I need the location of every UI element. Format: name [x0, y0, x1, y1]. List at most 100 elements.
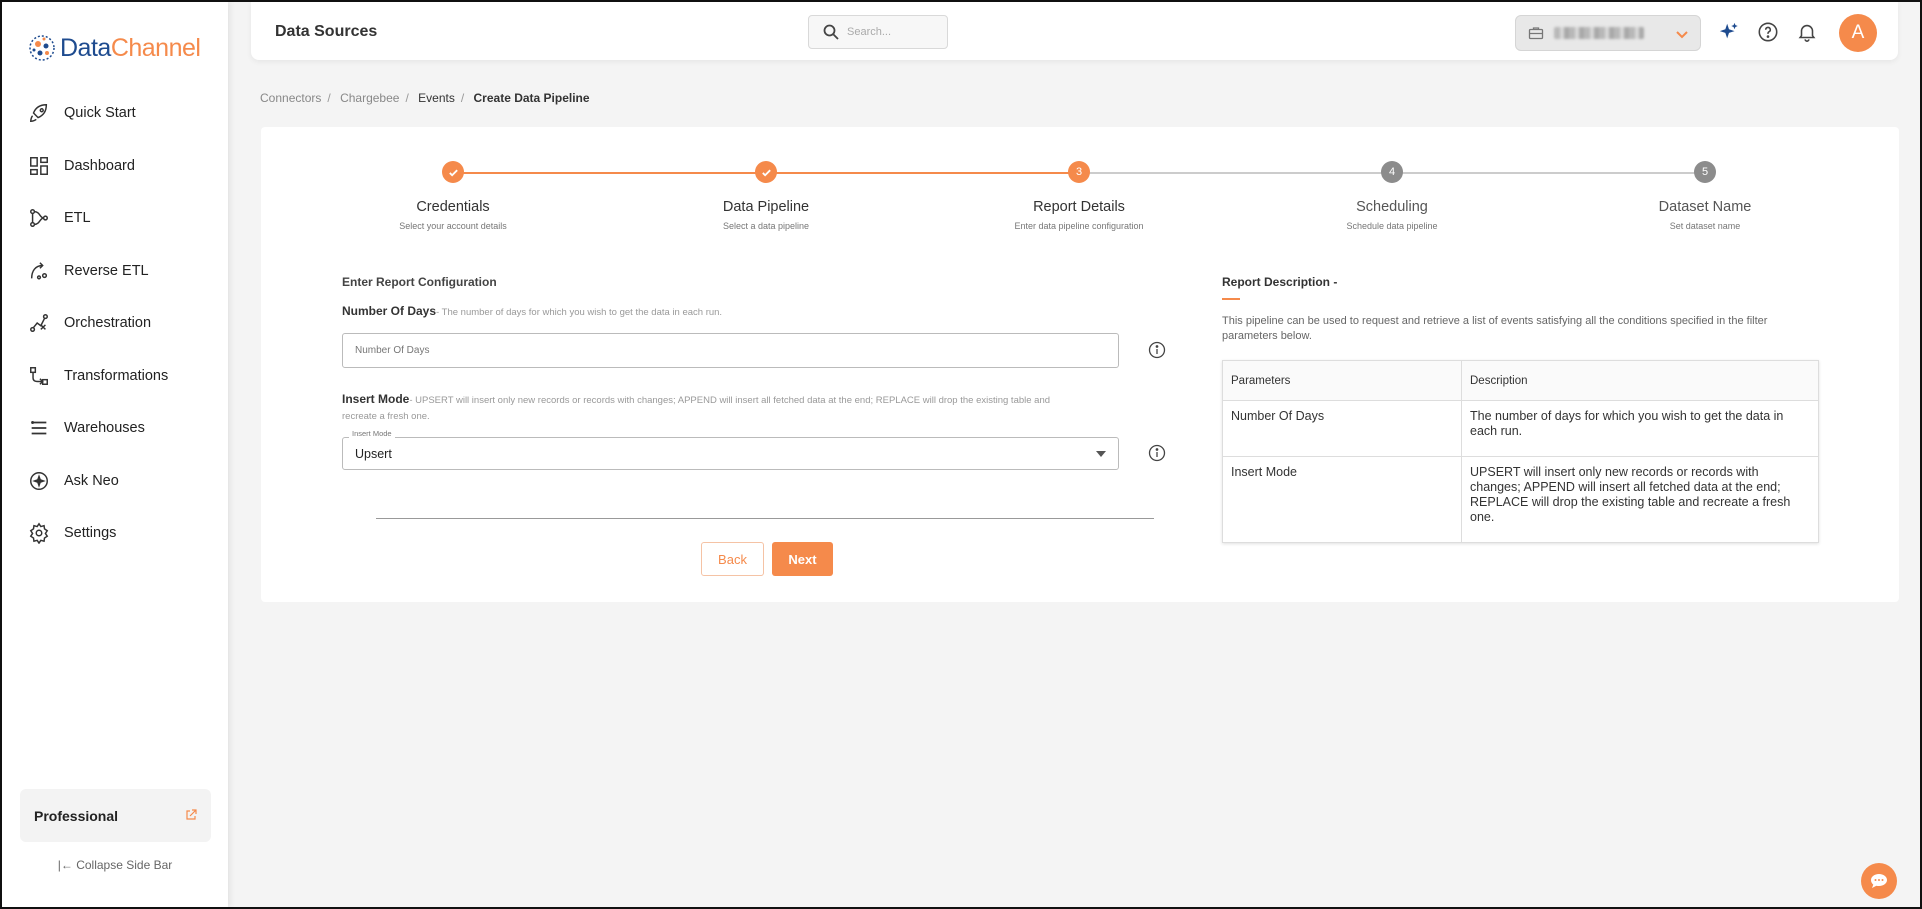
search-box[interactable] [808, 15, 948, 49]
breadcrumb-item-current: Create Data Pipeline [473, 91, 590, 105]
briefcase-icon [1528, 27, 1544, 40]
step-3-title: Report Details [1033, 199, 1125, 215]
chat-icon [1871, 874, 1887, 888]
sidebar-item-dashboard[interactable]: Dashboard [2, 140, 228, 193]
table-header-row: Parameters Description [1222, 360, 1819, 401]
param-description: UPSERT will insert only new records or r… [1461, 456, 1819, 543]
back-button[interactable]: Back [701, 542, 764, 576]
workspace-name-blurred [1554, 27, 1644, 39]
step-4-subtitle: Schedule data pipeline [1346, 221, 1438, 231]
plan-card[interactable]: Professional [20, 789, 211, 842]
breadcrumb-item-connectors[interactable]: Connectors [260, 91, 321, 105]
help-icon[interactable] [1757, 21, 1779, 43]
sidebar: DataChannel Quick Start Dashboard ETL Re… [2, 2, 228, 907]
sidebar-item-etl[interactable]: ETL [2, 192, 228, 245]
top-header: Data Sources A [251, 2, 1898, 60]
insert-mode-select[interactable]: Upsert [342, 437, 1119, 470]
breadcrumb-separator: / [327, 91, 331, 105]
step-2-title: Data Pipeline [722, 199, 810, 215]
step-4-title: Scheduling [1356, 199, 1428, 215]
breadcrumb-separator: / [460, 91, 465, 105]
sidebar-item-label: Transformations [64, 367, 169, 384]
sidebar-item-reverse-etl[interactable]: Reverse ETL [2, 245, 228, 298]
step-connector [1080, 172, 1382, 174]
breadcrumb-item-chargebee[interactable]: Chargebee [340, 91, 399, 105]
reverse-etl-icon [30, 261, 48, 280]
sidebar-item-label: Reverse ETL [64, 262, 149, 279]
days-hint: - The number of days for which you wish … [436, 307, 723, 318]
chevron-down-icon [1676, 31, 1688, 39]
collapse-sidebar-button[interactable]: |← Collapse Side Bar [2, 858, 228, 872]
column-header-description: Description [1461, 360, 1819, 401]
step-connector [454, 172, 756, 174]
insert-mode-legend: Insert Mode [349, 429, 395, 438]
datachannel-logo[interactable]: DataChannel [26, 32, 201, 64]
dashboard-icon [30, 156, 48, 175]
sidebar-item-label: Ask Neo [64, 472, 119, 489]
collapse-sidebar-label: Collapse Side Bar [76, 858, 173, 872]
insert-mode-hint: - UPSERT will insert only new records or… [342, 395, 1051, 422]
sidebar-item-ask-neo[interactable]: Ask Neo [2, 455, 228, 508]
pipeline-card: 3 4 5 Credentials Select your account de… [261, 127, 1899, 602]
plan-name: Professional [34, 807, 119, 824]
param-description: The number of days for which you wish to… [1461, 400, 1819, 457]
workspace-selector[interactable] [1515, 15, 1701, 51]
next-button[interactable]: Next [772, 542, 833, 576]
step-1-title: Credentials [416, 199, 490, 215]
sparkle-icon[interactable] [1718, 21, 1740, 43]
gear-icon [29, 522, 49, 545]
insert-mode-label: Insert Mode- UPSERT will insert only new… [342, 392, 1077, 424]
step-3-subtitle: Enter data pipeline configuration [1014, 221, 1144, 231]
sidebar-item-label: Orchestration [64, 315, 152, 332]
title-underline [1222, 298, 1240, 300]
step-5-number: 5 [1694, 161, 1716, 183]
sidebar-item-label: Warehouses [64, 420, 145, 437]
step-5-subtitle: Set dataset name [1669, 221, 1741, 231]
breadcrumb-item-events[interactable]: Events [418, 91, 455, 105]
page-title: Data Sources [275, 23, 378, 40]
sidebar-item-label: Quick Start [64, 105, 136, 122]
breadcrumb: Connectors / Chargebee / Events / Create Da… [260, 91, 596, 105]
table-row: Number Of Days The number of days for wh… [1222, 400, 1819, 457]
sidebar-item-settings[interactable]: Settings [2, 507, 228, 560]
sidebar-item-orchestration[interactable]: Orchestration [2, 297, 228, 350]
days-label-text: Number Of Days [342, 304, 437, 318]
sidebar-item-label: Dashboard [64, 157, 135, 174]
ask-neo-icon [30, 471, 48, 490]
report-description-text: This pipeline can be used to request and… [1222, 315, 1768, 342]
logo-text: DataChannel [60, 33, 201, 63]
step-4-number: 4 [1381, 161, 1403, 183]
info-icon[interactable] [1148, 444, 1166, 462]
search-icon [823, 24, 839, 40]
step-1-subtitle: Select your account details [399, 221, 507, 231]
dropdown-caret-icon [1096, 451, 1106, 457]
warehouses-icon [31, 421, 47, 435]
report-description-title: Report Description - [1222, 275, 1338, 289]
sidebar-item-label: ETL [64, 210, 91, 227]
external-link-icon [186, 809, 197, 820]
orchestration-icon [30, 314, 48, 333]
sidebar-item-quick-start[interactable]: Quick Start [2, 87, 228, 140]
step-3-number: 3 [1068, 161, 1090, 183]
user-avatar[interactable]: A [1839, 14, 1877, 52]
info-icon[interactable] [1148, 341, 1166, 359]
chat-support-button[interactable] [1861, 863, 1897, 899]
step-2-check-icon [755, 161, 777, 183]
step-2-subtitle: Select a data pipeline [722, 221, 810, 231]
step-connector [1393, 172, 1695, 174]
search-input[interactable] [847, 26, 937, 38]
etl-icon [30, 209, 48, 228]
insert-mode-label-text: Insert Mode [342, 392, 410, 406]
collapse-arrow-icon: |← [57, 858, 73, 872]
number-of-days-input[interactable] [342, 333, 1119, 368]
logo-text-part2: Channel [110, 33, 201, 62]
sidebar-item-warehouses[interactable]: Warehouses [2, 402, 228, 455]
rocket-icon [30, 104, 48, 123]
param-name: Number Of Days [1222, 400, 1462, 457]
form-heading: Enter Report Configuration [342, 275, 497, 289]
sidebar-item-transformations[interactable]: Transformations [2, 350, 228, 403]
table-row: Insert Mode UPSERT will insert only new … [1222, 456, 1819, 543]
bell-icon[interactable] [1796, 21, 1818, 43]
logo-globe-icon [26, 32, 58, 64]
step-5-title: Dataset Name [1658, 199, 1752, 215]
